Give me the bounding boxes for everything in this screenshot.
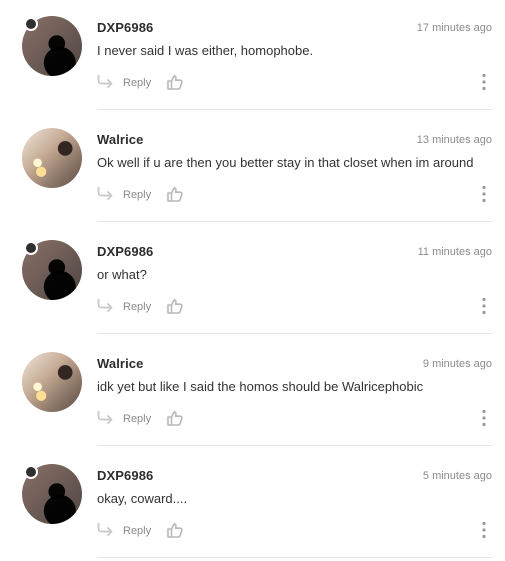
comment-text: idk yet but like I said the homos should… [97,379,424,394]
comment-author[interactable]: DXP6986 [97,468,153,483]
vertical-ellipsis-icon[interactable] [479,409,489,427]
comment-author[interactable]: Walrice [97,356,143,371]
comment-timestamp: 13 minutes ago [416,134,492,146]
comment-item: DXP6986 17 minutes ago I never said I wa… [0,0,505,112]
comment-author[interactable]: DXP6986 [97,20,153,35]
comment-timestamp: 9 minutes ago [422,358,492,370]
comment-divider [97,333,492,334]
reply-button[interactable]: Reply [123,77,151,89]
reply-button[interactable]: Reply [123,413,151,425]
comment-text: Ok well if u are then you better stay in… [97,155,474,170]
avatar[interactable] [22,128,82,188]
vertical-ellipsis-icon[interactable] [479,73,489,91]
reply-button[interactable]: Reply [123,301,151,313]
reply-button[interactable]: Reply [123,189,151,201]
vertical-ellipsis-icon[interactable] [479,185,489,203]
reply-arrow-icon[interactable] [97,297,115,315]
vertical-ellipsis-icon[interactable] [479,521,489,539]
presence-dot [26,243,36,253]
comment-item: DXP6986 11 minutes ago or what? Reply [0,224,505,336]
comment-divider [97,109,492,110]
comment-timestamp: 17 minutes ago [416,22,492,34]
comment-item: Walrice 9 minutes ago idk yet but like I… [0,336,505,448]
comment-item: DXP6986 5 minutes ago okay, coward.... R… [0,448,505,560]
presence-dot [26,19,36,29]
thumbs-up-icon[interactable] [166,521,184,539]
comment-author[interactable]: Walrice [97,132,143,147]
thumbs-up-icon[interactable] [166,73,184,91]
reply-arrow-icon[interactable] [97,73,115,91]
reply-button[interactable]: Reply [123,525,151,537]
comment-divider [97,557,492,558]
comment-author[interactable]: DXP6986 [97,244,153,259]
comment-timestamp: 11 minutes ago [417,246,492,258]
comment-text: I never said I was either, homophobe. [97,43,314,58]
comment-item: Walrice 13 minutes ago Ok well if u are … [0,112,505,224]
reply-arrow-icon[interactable] [97,409,115,427]
thumbs-up-icon[interactable] [166,185,184,203]
comment-thread: DXP6986 17 minutes ago I never said I wa… [0,0,505,561]
comment-text: or what? [97,267,147,282]
avatar[interactable] [22,352,82,412]
reply-arrow-icon[interactable] [97,521,115,539]
thumbs-up-icon[interactable] [166,409,184,427]
vertical-ellipsis-icon[interactable] [479,297,489,315]
presence-dot [26,467,36,477]
comment-divider [97,445,492,446]
thumbs-up-icon[interactable] [166,297,184,315]
comment-divider [97,221,492,222]
reply-arrow-icon[interactable] [97,185,115,203]
comment-text: okay, coward.... [97,491,188,506]
comment-timestamp: 5 minutes ago [422,470,492,482]
